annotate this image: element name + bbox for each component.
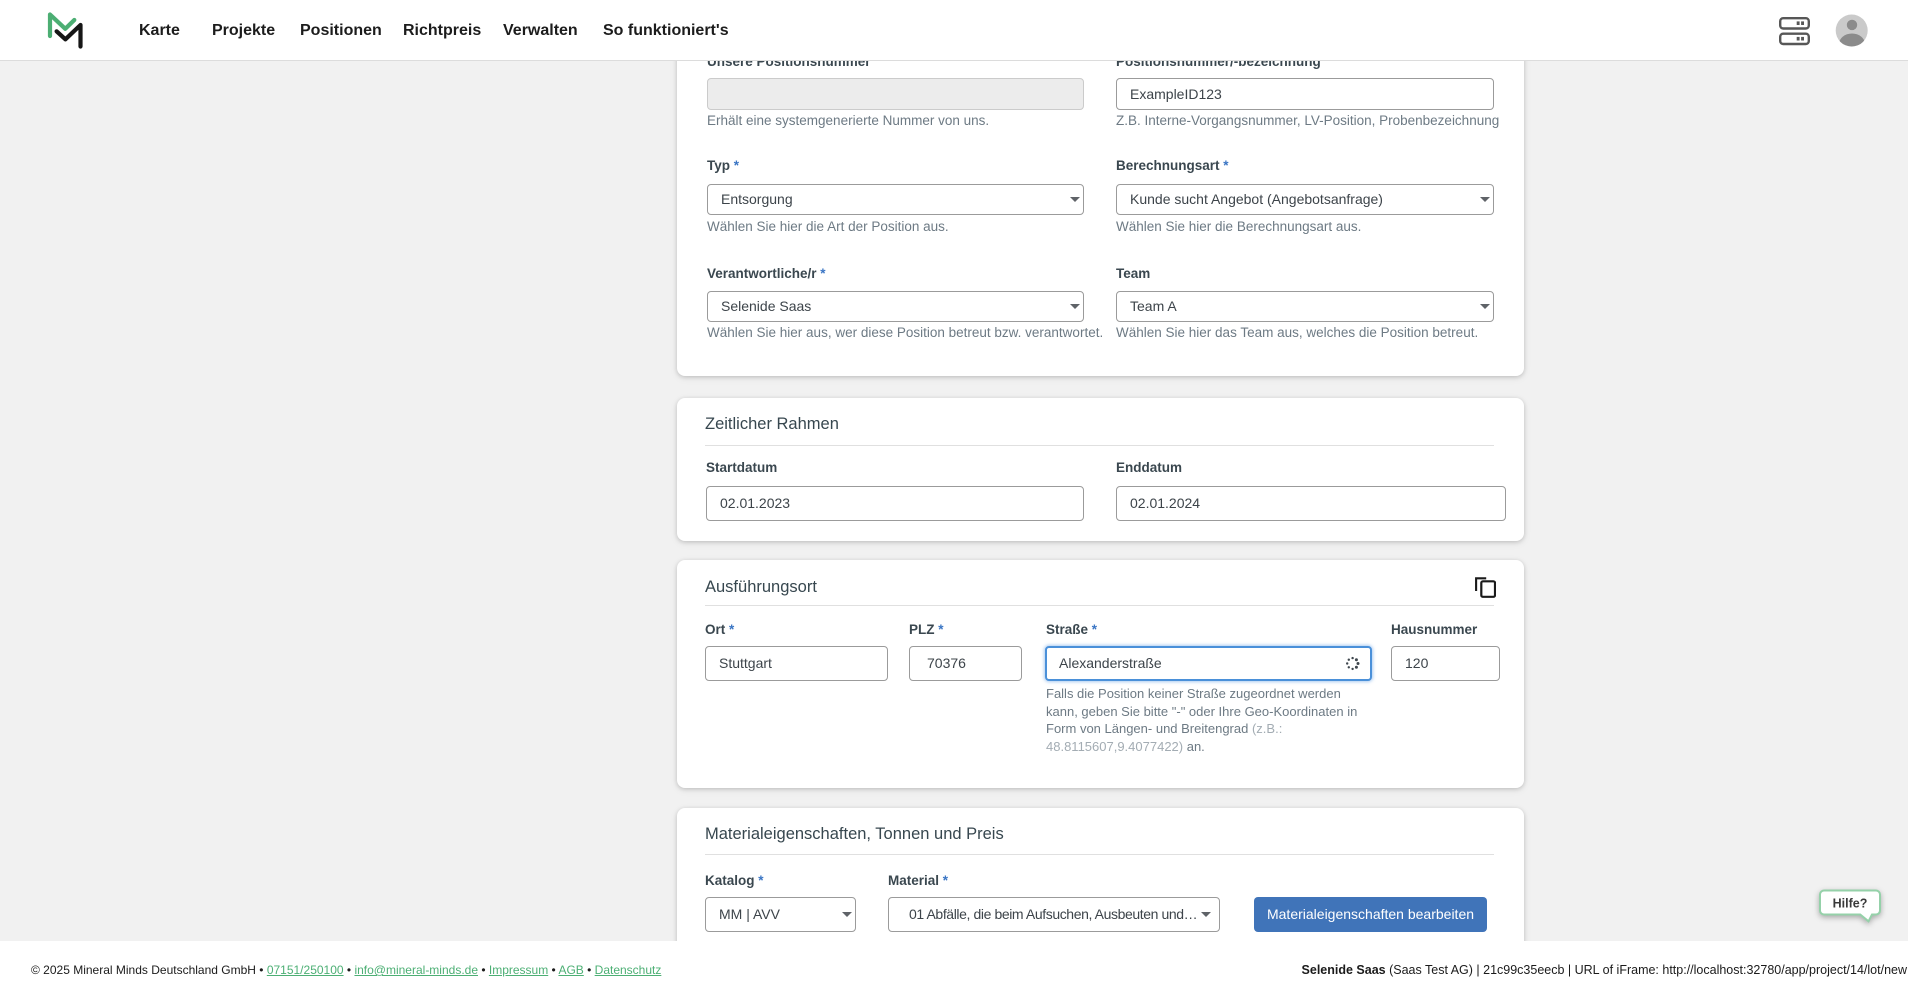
svg-text:Hilfe?: Hilfe? xyxy=(1833,897,1868,911)
